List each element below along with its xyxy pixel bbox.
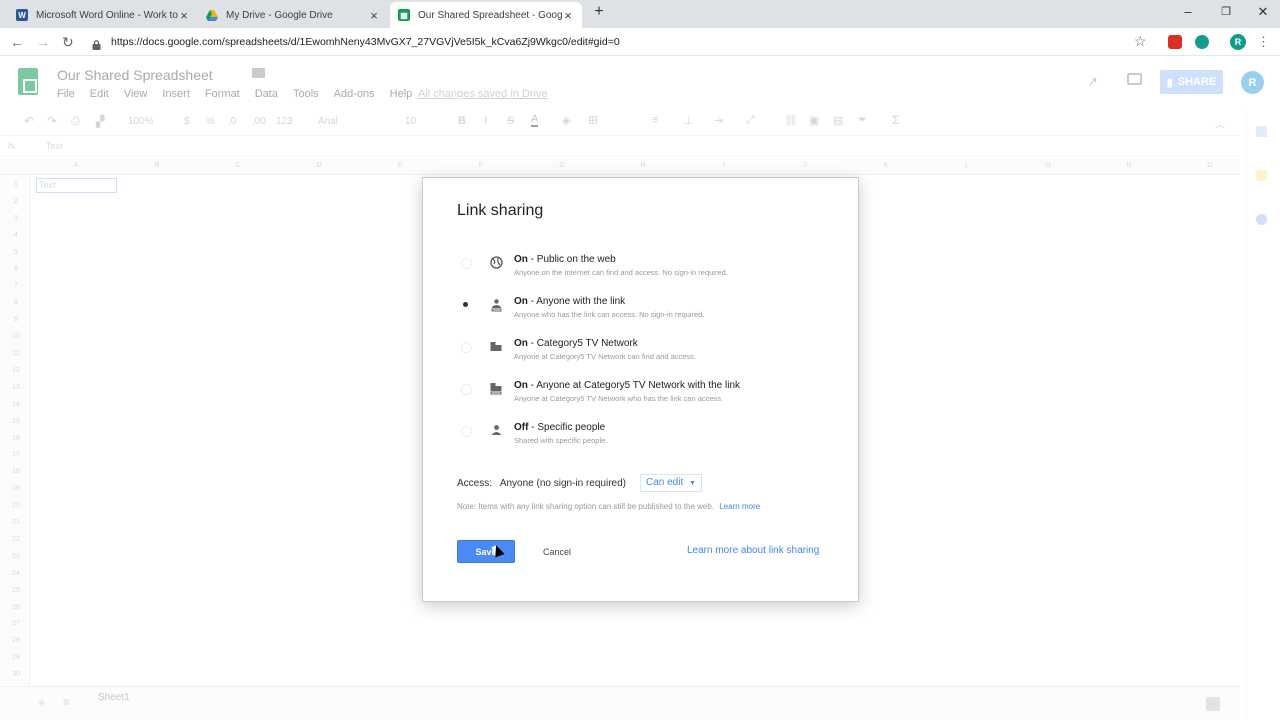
tab-word-online[interactable]: W Microsoft Word Online - Work to × [8, 2, 198, 28]
option-label: - Anyone at Category5 TV Network with th… [527, 380, 741, 391]
access-value: Anyone (no sign-in required) [499, 478, 626, 489]
option-description: Anyone at Category5 TV Network who has t… [514, 394, 724, 403]
access-level-dropdown[interactable]: Can edit ▼ [640, 474, 702, 492]
browser-tab-strip: W Microsoft Word Online - Work to × My D… [0, 0, 1280, 28]
option-status: On [514, 338, 528, 349]
close-tab-icon[interactable]: × [368, 8, 380, 23]
radio-button[interactable] [461, 342, 472, 353]
option-label: - Specific people [528, 422, 606, 433]
word-icon: W [16, 9, 28, 21]
tab-title: My Drive - Google Drive [226, 9, 333, 21]
close-tab-icon[interactable]: × [178, 8, 190, 23]
drive-icon [206, 9, 218, 21]
option-status: Off [514, 422, 529, 433]
tab-title: Our Shared Spreadsheet - Goog [418, 9, 562, 21]
globe-icon [489, 256, 503, 270]
option-category5-network-with-link[interactable]: On - Anyone at Category5 TV Network with… [461, 380, 841, 416]
note-text: Note: Items with any link sharing option… [457, 502, 715, 511]
close-tab-icon[interactable]: × [562, 8, 574, 23]
option-status: On [514, 254, 528, 265]
tab-shared-spreadsheet[interactable]: ▦ Our Shared Spreadsheet - Goog × [390, 2, 582, 28]
learn-more-link-sharing-link[interactable]: Learn more about link sharing [687, 545, 819, 556]
person-icon [489, 424, 503, 438]
learn-more-link[interactable]: Learn more [719, 502, 760, 511]
link-sharing-dialog: Link sharing On - Public on the web Anyo… [422, 177, 859, 602]
tab-title: Microsoft Word Online - Work to [36, 9, 178, 21]
publish-note: Note: Items with any link sharing option… [457, 502, 760, 511]
radio-button[interactable] [461, 384, 472, 395]
browser-menu-icon[interactable]: ⋮ [1257, 34, 1270, 50]
access-row: Access: Anyone (no sign-in required) [457, 478, 626, 489]
option-description: Anyone who has the link can access. No s… [514, 310, 705, 319]
restore-icon[interactable]: ❐ [1216, 5, 1236, 18]
option-specific-people[interactable]: Off - Specific people Shared with specif… [461, 422, 841, 458]
reload-icon[interactable]: ↻ [62, 34, 74, 51]
option-status: On [514, 380, 528, 391]
option-description: Shared with specific people. [514, 436, 608, 445]
profile-avatar[interactable]: R [1230, 34, 1246, 50]
extension-pdf-icon[interactable] [1168, 35, 1182, 49]
radio-button[interactable] [461, 426, 472, 437]
url-text: https://docs.google.com/spreadsheets/d/1… [111, 36, 620, 48]
new-tab-button[interactable]: + [589, 3, 609, 21]
lock-icon [92, 37, 101, 50]
dialog-title: Link sharing [457, 202, 544, 219]
building-icon [489, 340, 503, 354]
radio-button[interactable] [461, 258, 472, 269]
url-field[interactable]: https://docs.google.com/spreadsheets/d/1… [92, 32, 1122, 52]
option-label: - Category5 TV Network [527, 338, 638, 349]
person-link-icon [489, 298, 503, 312]
cancel-button[interactable]: Cancel [533, 540, 581, 563]
back-icon[interactable]: ← [10, 34, 24, 50]
forward-icon[interactable]: → [36, 34, 50, 50]
option-description: Anyone on the Internet can find and acce… [514, 268, 728, 277]
close-window-icon[interactable]: ✕ [1253, 4, 1273, 20]
radio-button-selected[interactable] [461, 300, 472, 311]
address-bar-row: ← → ↻ https://docs.google.com/spreadshee… [0, 28, 1280, 56]
minimize-icon[interactable]: – [1178, 4, 1198, 19]
extension-icon[interactable] [1195, 35, 1209, 49]
dropdown-arrow-icon: ▼ [689, 480, 696, 487]
option-label: - Anyone with the link [527, 296, 626, 307]
option-anyone-with-link[interactable]: On - Anyone with the link Anyone who has… [461, 296, 841, 332]
option-public-on-web[interactable]: On - Public on the web Anyone on the Int… [461, 254, 841, 290]
tab-google-drive[interactable]: My Drive - Google Drive × [198, 2, 388, 28]
building-link-icon [489, 382, 503, 396]
option-status: On [514, 296, 528, 307]
option-description: Anyone at Category5 TV Network can find … [514, 352, 697, 361]
save-button[interactable]: Save [457, 540, 515, 563]
access-label: Access: [457, 478, 493, 489]
option-label: - Public on the web [527, 254, 616, 265]
bookmark-star-icon[interactable]: ☆ [1134, 33, 1147, 50]
option-category5-network[interactable]: On - Category5 TV Network Anyone at Cate… [461, 338, 841, 374]
sheets-icon: ▦ [398, 9, 410, 21]
access-level-value: Can edit [646, 477, 684, 488]
